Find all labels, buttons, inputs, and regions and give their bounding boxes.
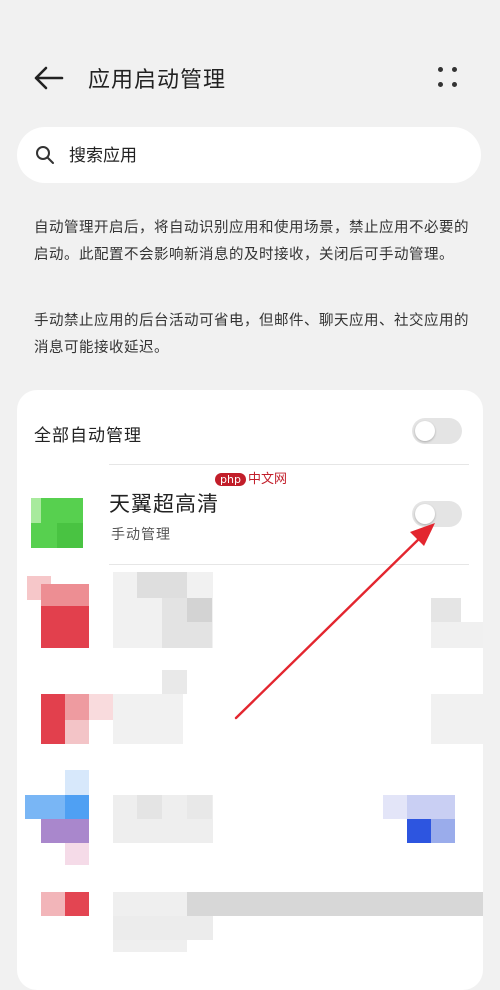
divider <box>109 564 469 565</box>
toggle-knob <box>415 421 435 441</box>
list-item[interactable] <box>17 868 483 968</box>
more-button[interactable] <box>430 60 466 96</box>
search-bar[interactable] <box>17 127 481 183</box>
back-button[interactable] <box>30 60 70 96</box>
arrow-left-icon <box>34 66 64 90</box>
description-auto: 自动管理开启后，将自动识别应用和使用场景，禁止应用不必要的启动。此配置不会影响新… <box>34 220 469 263</box>
list-item[interactable] <box>17 670 483 760</box>
description-manual: 手动禁止应用的后台活动可省电，但邮件、聊天应用、社交应用的消息可能接收延迟。 <box>34 313 469 356</box>
list-item[interactable] <box>17 570 483 670</box>
search-input[interactable] <box>67 139 461 173</box>
more-dots-icon <box>430 60 466 96</box>
app-status: 手动管理 <box>111 527 171 543</box>
toggle-knob <box>415 504 435 524</box>
app-icon-tianyi <box>31 498 83 548</box>
all-auto-label: 全部自动管理 <box>34 426 142 446</box>
all-auto-toggle[interactable] <box>412 418 462 444</box>
page-title: 应用启动管理 <box>88 68 227 93</box>
watermark-text: 中文网 <box>247 472 287 487</box>
watermark: php 中文网 <box>215 468 287 487</box>
search-icon <box>36 146 54 164</box>
app-name: 天翼超高清 <box>109 492 219 516</box>
divider <box>109 464 469 465</box>
list-item[interactable] <box>17 765 483 865</box>
app-toggle-tianyi[interactable] <box>412 501 462 527</box>
watermark-badge: php <box>215 473 246 486</box>
